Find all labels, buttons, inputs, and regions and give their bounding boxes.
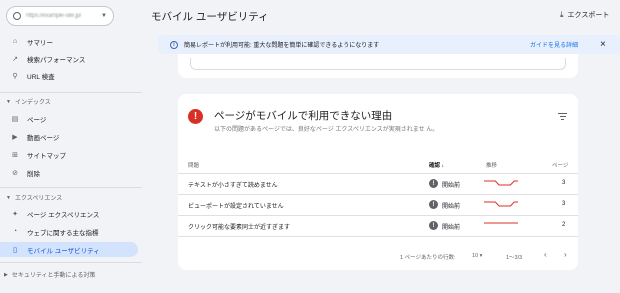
prev-page-icon[interactable]: ‹ [544,250,547,259]
info-banner: i 簡易レポートが利用可能: 重大な問題を簡単に確認できるようになります ガイド… [158,35,620,54]
page-count: 3 [562,180,566,186]
sidebar: https://example-site.jp/ ▼ ⌂ サマリー ↗ 検索パフォーマ… [0,0,142,293]
sidebar-item-sitemap[interactable]: ⊞ サイトマップ [0,147,138,162]
gauge-icon: ◔ [12,228,18,235]
sort-arrow-icon: ↓ [441,163,445,169]
page-count: 3 [562,201,566,207]
page-title: モバイル ユーザビリティ [151,11,269,23]
issue-reason: クリック可能な要素同士が近すぎます [188,225,291,231]
column-header-status-label: 確認 [429,163,441,169]
expand-arrow-icon: ▶ [4,271,8,278]
filter-icon[interactable] [558,113,567,122]
video-icon: ▶ [12,133,18,141]
search-icon: ⚲ [12,72,18,80]
section-security-label: セキュリティと手動による対策 [11,273,96,279]
status-label: 開始前 [442,225,461,231]
trend-line [484,180,518,186]
table-row[interactable]: ビューポートが設定されていません! 開始前 3 [178,195,578,215]
sidebar-item-label: 検索パフォーマンス [27,56,86,64]
rows-per-page-value: 10 [472,253,479,259]
sidebar-item-home[interactable]: ⌂ サマリー [0,34,138,49]
status-pending-icon: ! [429,221,438,230]
sidebar-item-gauge[interactable]: ◔ ウェブに関する主な指標 [0,224,138,239]
card-subtitle: 以下の問題があるページでは、良好なページ エクスペリエンスが実現されませ ん。 [214,127,439,133]
collapse-arrow-icon: ▼ [6,194,11,201]
page-icon: ▤ [11,115,19,123]
divider [0,187,142,188]
sidebar-item-label: サイトマップ [27,152,66,160]
trend-sparkline [484,222,518,224]
sidebar-item-video[interactable]: ▶ 動画ページ [0,129,138,144]
sidebar-item-label: モバイル ユーザビリティ [27,247,100,255]
export-button[interactable]: ⤓ エクスポート [560,10,609,20]
page-range: 1〜3/3 [506,255,523,261]
close-icon[interactable]: × [600,39,606,50]
trend-sparkline [484,201,518,207]
status-label: 開始前 [442,183,461,189]
banner-message: 簡易レポートが利用可能: 重大な問題を簡単に確認できるようになります [184,43,380,49]
sidebar-item-experience[interactable]: ✦ ページ エクスペリエンス [0,206,138,221]
chevron-down-icon: ▼ [101,13,107,19]
phone-icon: ▯ [13,246,17,254]
rows-per-page-select[interactable]: 10 ▾ [472,253,482,259]
guide-link[interactable]: ガイドを見る [530,40,566,49]
table-row[interactable]: テキストが小さすぎて読めません! 開始前 3 [178,174,578,194]
detail-link[interactable]: 詳細 [566,40,578,49]
section-index-label: インデックス [14,100,51,106]
page-count: 2 [562,222,566,228]
section-experience-toggle[interactable]: ▼ エクスペリエンス [6,193,63,203]
status-pending-icon: ! [429,200,438,209]
column-header-status[interactable]: 確認 ↓ [429,161,444,169]
sidebar-item-search[interactable]: ⚲ URL 検査 [0,68,138,83]
previous-card-chart-frame [190,58,566,70]
sidebar-item-page[interactable]: ▤ ページ [0,111,138,126]
info-icon: i [170,40,178,49]
issue-reason: ビューポートが設定されていません [188,204,284,210]
chevron-down-icon: ▾ [479,253,483,259]
export-label: エクスポート [567,12,610,19]
sidebar-item-label: サマリー [27,39,53,47]
trending-icon: ↗ [12,55,18,63]
column-header-issue[interactable]: 問題 [188,161,199,169]
issue-reason: テキストが小さすぎて読めません [188,183,278,189]
sitemap-icon: ⊞ [12,151,18,159]
next-page-icon[interactable]: › [564,250,567,259]
sidebar-item-label: ウェブに関する主な指標 [27,229,99,237]
property-selector[interactable]: https://example-site.jp/ ▼ [6,6,114,26]
download-icon: ⤓ [560,10,564,19]
section-index-toggle[interactable]: ▼ インデックス [6,97,51,107]
collapse-arrow-icon: ▼ [6,98,11,105]
section-security-toggle[interactable]: ▶ セキュリティと手動による対策 [4,270,96,280]
column-header-pages[interactable]: ページ [552,161,568,169]
rows-per-page-label: 1 ページあたりの行数: [400,255,456,261]
sidebar-item-phone[interactable]: ▯ モバイル ユーザビリティ [0,242,138,257]
globe-icon [13,12,21,20]
sidebar-item-remove[interactable]: ⊘ 削除 [0,165,138,180]
remove-icon: ⊘ [12,169,18,177]
column-header-trend[interactable]: 推移 [486,161,497,169]
error-icon: ! [188,109,203,124]
home-icon: ⌂ [12,38,18,45]
previous-card [178,54,578,78]
sidebar-item-trending[interactable]: ↗ 検索パフォーマンス [0,51,138,66]
sidebar-item-label: URL 検査 [27,73,55,81]
table-row[interactable]: クリック可能な要素同士が近すぎます! 開始前 2 [178,216,578,236]
sidebar-item-label: ページ エクスペリエンス [27,211,100,219]
issues-card: ! ページがモバイルで利用できない理由 以下の問題があるページでは、良好なページ… [178,94,578,270]
experience-icon: ✦ [12,210,18,218]
sidebar-item-label: 動画ページ [27,134,60,142]
section-experience-label: エクスペリエンス [14,196,63,202]
divider [0,92,142,93]
sidebar-item-label: ページ [27,116,47,124]
sidebar-item-label: 削除 [27,170,40,178]
trend-sparkline [484,180,518,186]
trend-line [484,201,518,207]
row-divider [178,236,578,237]
status-pending-icon: ! [429,179,438,188]
divider [0,262,142,263]
status-label: 開始前 [442,204,461,210]
property-url: https://example-site.jp/ [26,13,82,19]
card-title: ページがモバイルで利用できない理由 [214,110,393,122]
